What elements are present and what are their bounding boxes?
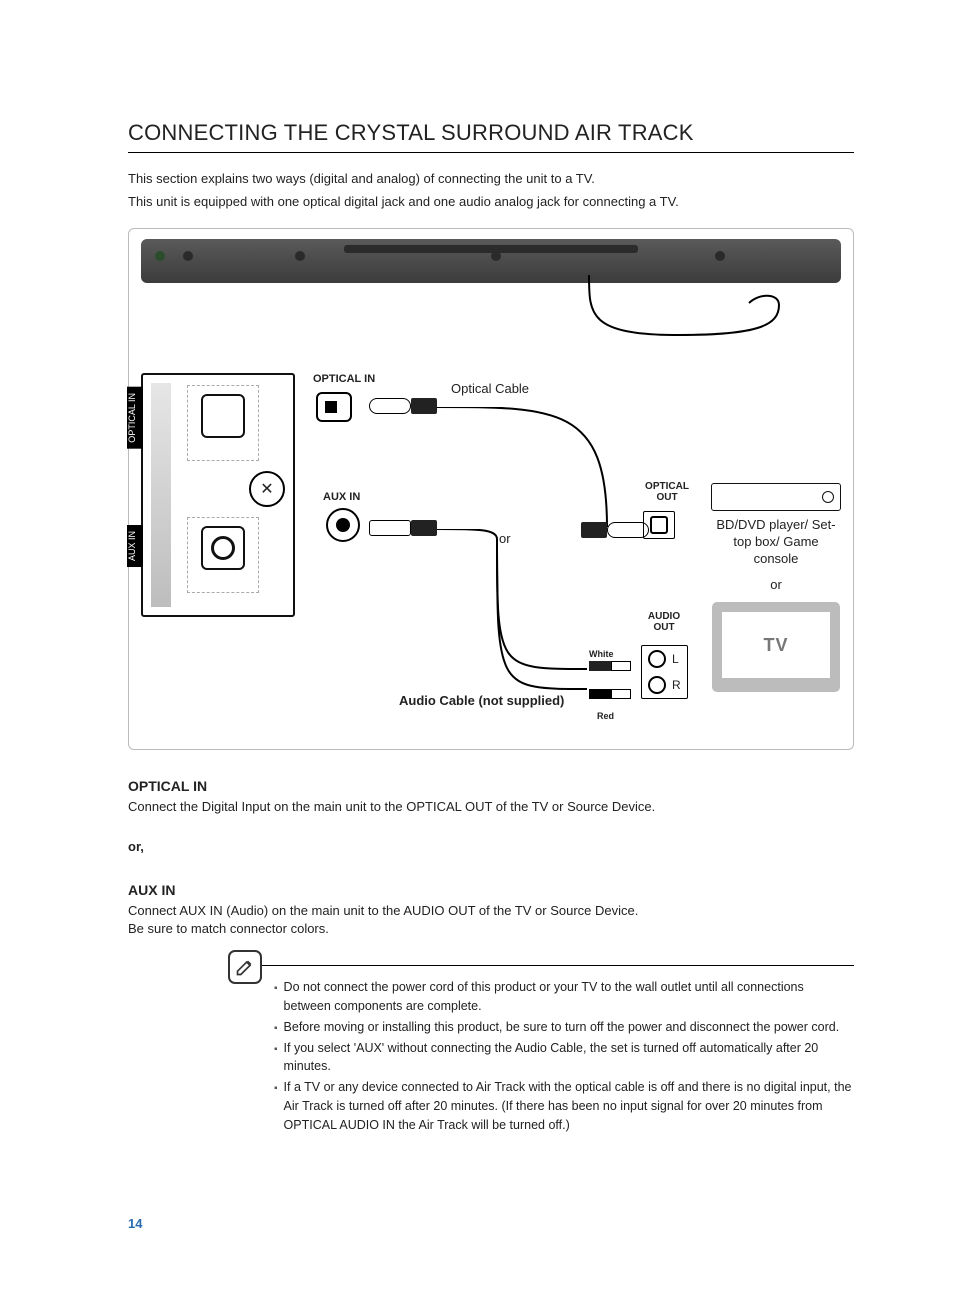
note-3: If you select 'AUX' without connecting t…	[284, 1039, 854, 1077]
tv-icon: TV	[712, 602, 840, 692]
power-button-icon: ✕	[249, 471, 285, 507]
optical-in-body: Connect the Digital Input on the main un…	[128, 798, 854, 817]
aux-in-heading: AUX IN	[128, 882, 854, 898]
intro-line-2: This unit is equipped with one optical d…	[128, 190, 854, 213]
optical-cable-label: Optical Cable	[451, 381, 529, 396]
intro-line-1: This section explains two ways (digital …	[128, 167, 854, 190]
note-icon	[228, 950, 262, 984]
subwoofer-rear-panel: OPTICAL IN AUX IN ✕	[141, 373, 295, 617]
or-separator: or,	[128, 839, 854, 854]
connection-diagram: OPTICAL IN AUX IN ✕ OPTICAL IN Optical C…	[128, 228, 854, 750]
optical-in-heading: OPTICAL IN	[128, 778, 854, 794]
optical-cable-path	[437, 407, 617, 537]
aux-in-jack-icon	[323, 505, 363, 545]
note-1: Do not connect the power cord of this pr…	[284, 978, 854, 1016]
audio-out-label: AUDIOOUT	[639, 611, 689, 633]
player-device-icon	[711, 483, 841, 511]
audio-cable-path	[437, 529, 647, 699]
optical-out-jack	[643, 511, 675, 539]
audio-plug-red	[589, 689, 631, 699]
aux-in-body: Connect AUX IN (Audio) on the main unit …	[128, 902, 854, 940]
aux-in-port-vertical-label: AUX IN	[127, 525, 143, 567]
optical-out-label: OPTICALOUT	[637, 481, 697, 503]
right-channel-label: R	[672, 678, 681, 692]
note-2: Before moving or installing this product…	[284, 1018, 840, 1037]
notes-section: ▪Do not connect the power cord of this p…	[228, 965, 854, 1136]
optical-plug-left	[369, 397, 437, 415]
external-devices: BD/DVD player/ Set-top box/ Game console…	[711, 483, 841, 693]
aux-in-label: AUX IN	[323, 491, 360, 503]
device-list-label: BD/DVD player/ Set-top box/ Game console	[711, 517, 841, 568]
optical-in-jack-icon	[313, 389, 363, 425]
red-label: Red	[597, 711, 614, 721]
optical-in-port-vertical-label: OPTICAL IN	[127, 387, 143, 449]
optical-in-label: OPTICAL IN	[313, 373, 375, 385]
note-4: If a TV or any device connected to Air T…	[284, 1078, 854, 1134]
soundbar-cable	[141, 283, 841, 363]
audio-out-jacks: L R	[641, 645, 688, 699]
or-label-2: or	[711, 577, 841, 592]
aux-in-body-1: Connect AUX IN (Audio) on the main unit …	[128, 903, 638, 918]
white-label: White	[589, 649, 614, 659]
page-number: 14	[128, 1216, 854, 1231]
aux-in-body-2: Be sure to match connector colors.	[128, 921, 329, 936]
aux-in-port	[187, 517, 259, 593]
audio-cable-label: Audio Cable (not supplied)	[399, 693, 564, 708]
or-label-1: or	[499, 531, 511, 546]
left-channel-label: L	[672, 652, 679, 666]
section-heading: CONNECTING THE CRYSTAL SURROUND AIR TRAC…	[128, 120, 854, 153]
audio-plug-white	[589, 661, 631, 671]
optical-in-port	[187, 385, 259, 461]
aux-plug-left	[369, 519, 437, 537]
intro-text: This section explains two ways (digital …	[128, 167, 854, 214]
